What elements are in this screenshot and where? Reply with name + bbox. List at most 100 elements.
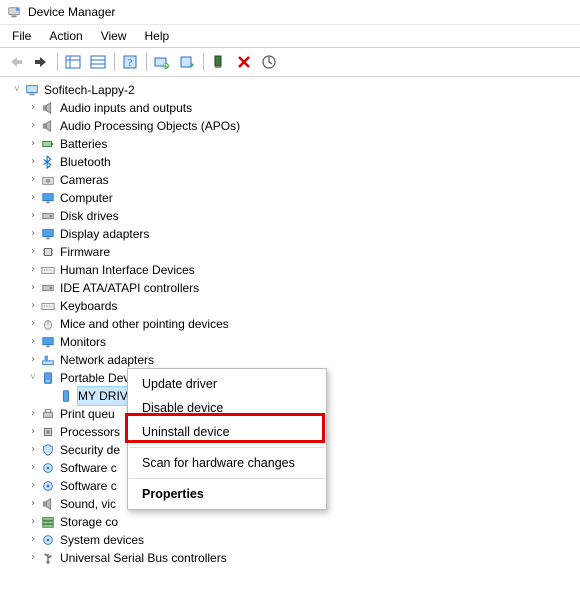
category-icon — [40, 514, 56, 530]
help-icon[interactable]: ? — [118, 51, 142, 73]
tree-node[interactable]: ›Bluetooth — [2, 153, 578, 171]
expand-icon[interactable]: › — [26, 351, 40, 369]
menu-view[interactable]: View — [93, 27, 135, 45]
ctx-uninstall-device[interactable]: Uninstall device — [128, 420, 326, 444]
node-label: Firmware — [60, 243, 116, 261]
category-icon — [40, 100, 56, 116]
expand-icon[interactable]: › — [26, 513, 40, 531]
category-icon — [40, 550, 56, 566]
expand-icon[interactable]: › — [26, 459, 40, 477]
tree-node[interactable]: ›Display adapters — [2, 225, 578, 243]
tree-node[interactable]: ›Computer — [2, 189, 578, 207]
drive-icon — [58, 388, 74, 404]
category-icon — [40, 460, 56, 476]
tree-node[interactable]: › Network adapters — [2, 351, 578, 369]
tree-node[interactable]: ›System devices — [2, 531, 578, 549]
expand-icon[interactable]: › — [26, 549, 40, 567]
svg-text:⟳: ⟳ — [163, 64, 168, 69]
category-icon — [40, 190, 56, 206]
menu-file[interactable]: File — [4, 27, 39, 45]
expand-icon[interactable]: › — [26, 477, 40, 495]
delete-icon[interactable] — [232, 51, 256, 73]
tree-node[interactable]: › Storage co — [2, 513, 578, 531]
ctx-divider — [129, 447, 325, 448]
toolbar-separator — [114, 53, 115, 71]
category-icon — [40, 406, 56, 422]
expand-icon[interactable]: › — [26, 297, 40, 315]
expand-icon[interactable]: › — [26, 225, 40, 243]
forward-button-icon[interactable] — [29, 51, 53, 73]
titlebar: Device Manager — [0, 0, 580, 25]
tree-node[interactable]: › Human Interface Devices — [2, 261, 578, 279]
expand-icon[interactable]: › — [26, 207, 40, 225]
category-icon — [40, 136, 56, 152]
node-label: Keyboards — [60, 297, 123, 315]
toolbar: ? ⟳ — [0, 48, 580, 77]
tree-node[interactable]: ›Monitors — [2, 333, 578, 351]
expand-icon[interactable]: › — [26, 135, 40, 153]
tree-node[interactable]: › Batteries — [2, 135, 578, 153]
tree-node[interactable]: ›IDE ATA/ATAPI controllers — [2, 279, 578, 297]
back-button-icon[interactable] — [4, 51, 28, 73]
menu-action[interactable]: Action — [41, 27, 90, 45]
node-label: Print queu — [60, 405, 121, 423]
tree-node[interactable]: ›Universal Serial Bus controllers — [2, 549, 578, 567]
scan-hardware-icon[interactable]: ⟳ — [150, 51, 174, 73]
node-label: Audio Processing Objects (APOs) — [60, 117, 246, 135]
category-icon — [40, 208, 56, 224]
node-label: Software c — [60, 459, 123, 477]
tree-node[interactable]: › Audio Processing Objects (APOs) — [2, 117, 578, 135]
collapse-icon[interactable]: ˅ — [26, 369, 40, 387]
update-driver-icon[interactable] — [175, 51, 199, 73]
expand-icon[interactable]: › — [26, 189, 40, 207]
computer-icon — [24, 82, 40, 98]
node-label: Batteries — [60, 135, 113, 153]
category-icon — [40, 352, 56, 368]
ctx-divider — [129, 478, 325, 479]
ctx-properties[interactable]: Properties — [128, 482, 326, 506]
tree-node[interactable]: › Firmware — [2, 243, 578, 261]
device-manager-icon — [6, 4, 22, 20]
expand-icon[interactable]: › — [26, 333, 40, 351]
expand-icon[interactable]: › — [26, 171, 40, 189]
toolbar-separator — [203, 53, 204, 71]
tree-node[interactable]: ›Disk drives — [2, 207, 578, 225]
collapse-icon[interactable]: ˅ — [10, 81, 24, 99]
expand-icon[interactable]: › — [26, 315, 40, 333]
properties-icon[interactable] — [257, 51, 281, 73]
expand-icon[interactable]: › — [26, 153, 40, 171]
expand-icon[interactable]: › — [26, 243, 40, 261]
expand-icon[interactable]: › — [26, 279, 40, 297]
node-label: Human Interface Devices — [60, 261, 201, 279]
node-label: Processors — [60, 423, 126, 441]
ctx-scan-hardware[interactable]: Scan for hardware changes — [128, 451, 326, 475]
show-hidden-icon[interactable] — [61, 51, 85, 73]
expand-icon[interactable]: › — [26, 261, 40, 279]
context-menu: Update driver Disable device Uninstall d… — [127, 368, 327, 510]
expand-icon[interactable]: › — [26, 441, 40, 459]
menu-help[interactable]: Help — [137, 27, 178, 45]
ctx-update-driver[interactable]: Update driver — [128, 372, 326, 396]
expand-icon[interactable]: › — [26, 531, 40, 549]
tree-node[interactable]: › Keyboards — [2, 297, 578, 315]
category-icon — [40, 496, 56, 512]
tree-node[interactable]: › Mice and other pointing devices — [2, 315, 578, 333]
uninstall-icon[interactable] — [207, 51, 231, 73]
tree-root[interactable]: ˅ Sofitech-Lappy-2 — [2, 81, 578, 99]
node-label: Network adapters — [60, 351, 160, 369]
tree-node[interactable]: ›Audio inputs and outputs — [2, 99, 578, 117]
ctx-disable-device[interactable]: Disable device — [128, 396, 326, 420]
node-label: Mice and other pointing devices — [60, 315, 235, 333]
expand-icon[interactable]: › — [26, 423, 40, 441]
category-icon — [40, 316, 56, 332]
node-label: Storage co — [60, 513, 124, 531]
expand-icon[interactable]: › — [26, 117, 40, 135]
expand-icon[interactable]: › — [26, 405, 40, 423]
toolbar-separator — [146, 53, 147, 71]
tree-node[interactable]: ›Cameras — [2, 171, 578, 189]
window-title: Device Manager — [28, 5, 115, 19]
category-icon — [40, 244, 56, 260]
expand-icon[interactable]: › — [26, 495, 40, 513]
details-icon[interactable] — [86, 51, 110, 73]
expand-icon[interactable]: › — [26, 99, 40, 117]
